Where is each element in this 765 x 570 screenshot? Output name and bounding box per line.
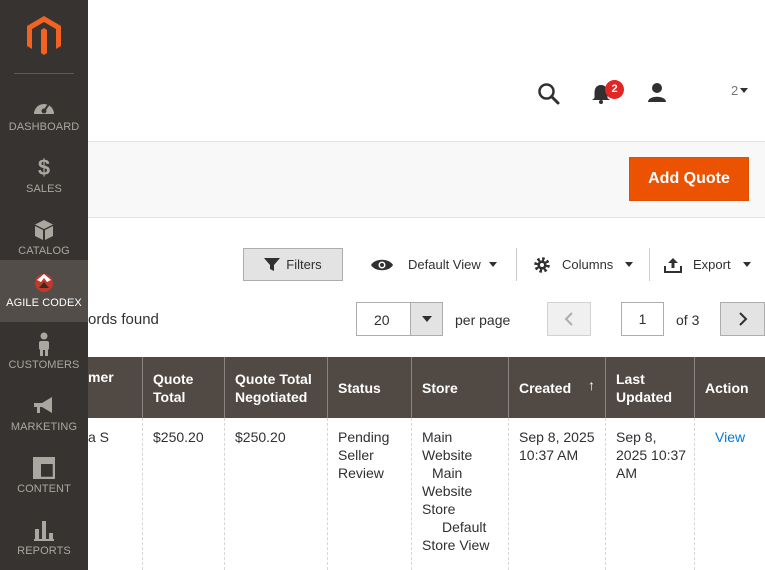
sidebar-item-dashboard[interactable]: DASHBOARD [0,84,88,146]
export-label: Export [693,257,731,272]
dashboard-icon [0,94,88,118]
filter-icon [264,257,281,271]
store-line: Website [422,483,473,499]
store-line: Main [432,465,463,481]
person-icon [0,332,88,356]
column-divider [224,418,225,570]
add-quote-button[interactable]: Add Quote [629,157,749,201]
sidebar-item-label: DASHBOARD [8,121,80,133]
layout-icon [0,456,88,480]
column-header-last-updated[interactable]: Last Updated [606,357,695,418]
chevron-down-icon [421,316,432,322]
search-icon[interactable] [537,82,561,106]
chevron-right-icon [738,312,747,326]
chevron-down-icon [742,262,751,267]
user-name-fragment[interactable]: 2 [731,83,738,98]
updated-line: 2025 10:37 [616,447,687,463]
cell-created: Sep 8, 2025 10:37 AM [519,428,595,464]
magento-logo[interactable] [27,16,61,56]
sidebar-item-label: CONTENT [17,483,71,495]
records-found-text: ords found [88,311,159,328]
column-divider [142,418,143,570]
cell-quote-total: $250.20 [153,429,204,445]
sidebar-item-label: CUSTOMERS [8,359,80,371]
column-header-action: Action [705,379,749,396]
admin-page: DASHBOARD $ SALES CATALOG AGILE CODEX CU… [0,0,765,570]
notification-count-badge[interactable]: 2 [605,80,624,99]
sidebar-item-label: SALES [26,183,62,195]
column-header-quote-total-negotiated[interactable]: Quote Total Negotiated [225,357,328,418]
columns-label: Columns [562,257,614,272]
chevron-down-icon[interactable] [740,88,748,93]
sidebar-item-sales[interactable]: $ SALES [0,146,88,208]
per-page-label: per page [455,312,511,328]
filters-button[interactable]: Filters [243,248,343,281]
box-icon [0,218,88,242]
eye-icon [371,259,393,270]
column-divider [508,418,509,570]
column-divider [411,418,412,570]
column-header-store[interactable]: Store [412,357,509,418]
view-label: Default View [408,257,481,272]
view-dropdown[interactable]: Default View [370,248,497,281]
export-dropdown[interactable]: Export [664,248,751,281]
store-line: Main [422,429,453,445]
created-line: Sep 8, 2025 [519,429,595,445]
export-icon [664,257,682,273]
updated-line: AM [616,465,637,481]
sidebar-item-label: CATALOG [18,245,70,257]
total-pages-label: of 3 [676,312,700,328]
current-page-input[interactable]: 1 [621,302,664,336]
store-line: Website [422,447,473,463]
logo-divider [14,73,74,74]
store-line: Store View [422,537,490,553]
column-header-quote-total[interactable]: Quote Total [143,357,225,418]
store-line: Default [442,519,487,535]
column-divider [327,418,328,570]
previous-page-button[interactable] [547,302,591,336]
cell-customer: a S [88,429,110,445]
chevron-down-icon [625,262,634,267]
cell-status: Pending Seller Review [338,429,390,481]
columns-dropdown[interactable]: Columns [533,248,634,281]
sidebar-item-marketing[interactable]: MARKETING [0,384,88,446]
cell-store: Main Website Main Website Store Default … [422,428,506,554]
created-line: 10:37 AM [519,447,579,463]
filters-label: Filters [286,257,322,272]
updated-line: Sep 8, [616,429,657,445]
chevron-left-icon [564,312,573,326]
sidebar-item-reports[interactable]: REPORTS [0,508,88,570]
sidebar-item-agile-codex[interactable]: AGILE CODEX [0,260,88,322]
admin-sidebar: DASHBOARD $ SALES CATALOG AGILE CODEX CU… [0,0,88,570]
toolbar-divider [649,248,650,281]
chevron-down-icon [488,262,497,267]
dollar-icon: $ [37,155,51,180]
agile-codex-icon [0,270,88,294]
view-link[interactable]: View [715,428,745,446]
user-icon[interactable] [646,82,668,104]
toolbar-divider [516,248,517,281]
column-divider [694,418,695,570]
per-page-toggle[interactable] [410,303,442,335]
cell-quote-total-negotiated: $250.20 [235,429,286,445]
sidebar-item-customers[interactable]: CUSTOMERS [0,322,88,384]
next-page-button[interactable] [720,302,765,336]
megaphone-icon [0,394,88,418]
per-page-select[interactable]: 20 [356,302,443,336]
sort-ascending-icon: ↑ [588,377,595,393]
per-page-value: 20 [374,312,390,328]
sidebar-item-label: REPORTS [17,545,71,557]
sidebar-item-label: MARKETING [10,421,78,433]
sidebar-item-content[interactable]: CONTENT [0,446,88,508]
bar-chart-icon [0,518,88,542]
sidebar-item-label: AGILE CODEX [6,297,82,309]
cell-last-updated: Sep 8, 2025 10:37 AM [616,428,686,482]
store-line: Store [422,501,456,517]
column-divider [605,418,606,570]
gear-icon [534,256,550,273]
column-header-status[interactable]: Status [328,357,412,418]
